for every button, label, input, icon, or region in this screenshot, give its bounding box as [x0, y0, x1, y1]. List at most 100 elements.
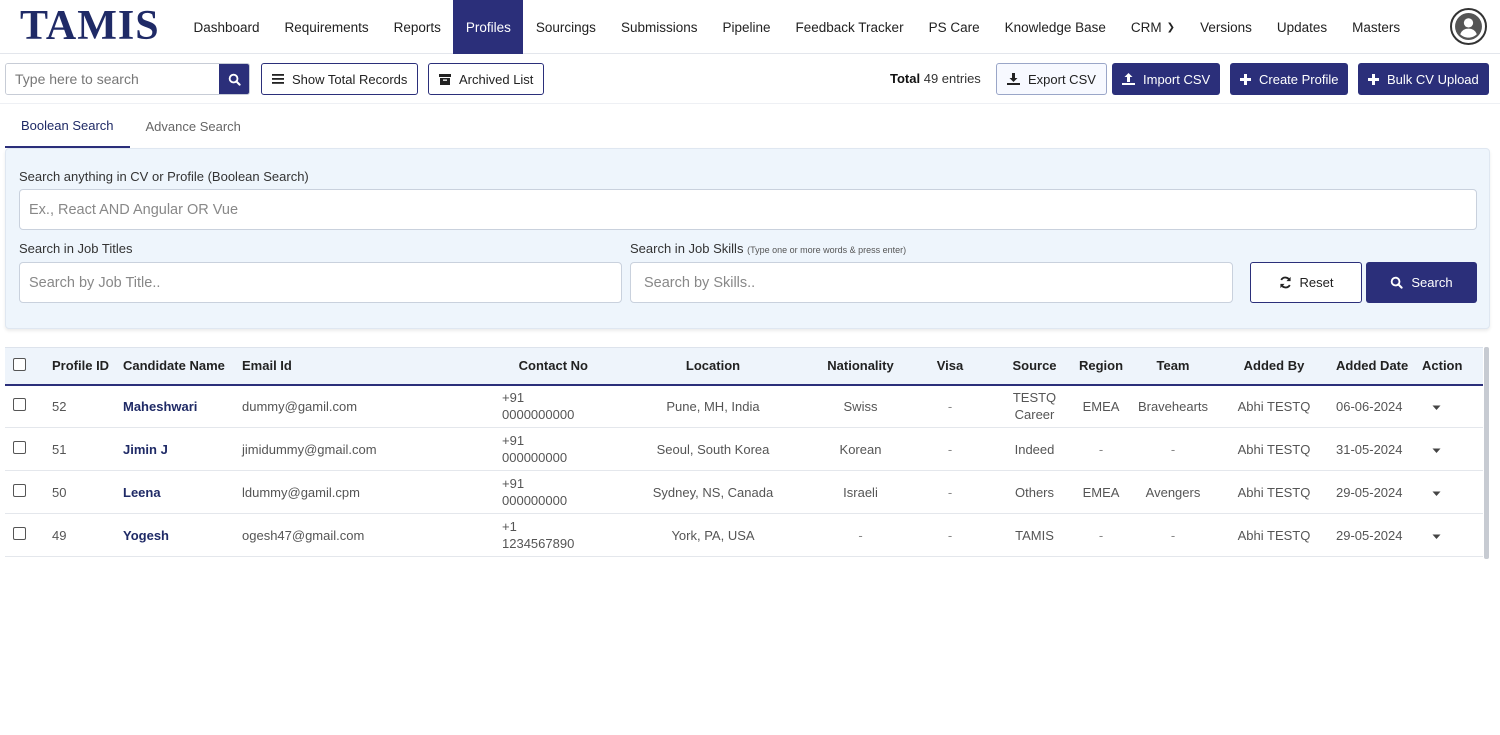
select-all-checkbox[interactable] [13, 357, 26, 371]
candidate-name-link[interactable]: Leena [123, 485, 161, 500]
tab-boolean-search[interactable]: Boolean Search [5, 104, 130, 148]
row-checkbox[interactable] [13, 483, 26, 497]
location: Seoul, South Korea [656, 441, 770, 457]
col-profile-id[interactable]: Profile ID [48, 348, 119, 385]
contact: +91 0000000000 [498, 385, 608, 428]
job-skills-input[interactable] [630, 262, 1233, 303]
tab-advance-search[interactable]: Advance Search [130, 104, 257, 148]
nav-label: Requirements [284, 19, 369, 35]
region: - [1098, 441, 1104, 457]
create-profile-button[interactable]: Create Profile [1230, 63, 1349, 95]
row-checkbox[interactable] [13, 440, 26, 454]
total-label: Total [890, 71, 921, 86]
caret-down-icon[interactable] [1432, 491, 1441, 497]
table-scrollbar[interactable] [1484, 347, 1489, 559]
contact-number: 000000000 [502, 493, 568, 508]
table-row[interactable]: 49 Yogesh ogesh47@gmail.com +1 1234567890… [5, 514, 1483, 557]
top-navbar: TAMIS Dashboard Requirements Reports Pro… [0, 0, 1500, 54]
nav-label: Sourcings [535, 19, 596, 35]
list-icon [272, 74, 284, 84]
email: jimidummy@gmail.com [242, 441, 377, 457]
email: dummy@gamil.com [242, 398, 358, 414]
caret-down-icon[interactable] [1432, 448, 1441, 454]
action-cell [1418, 514, 1483, 557]
row-checkbox[interactable] [13, 397, 26, 411]
col-location[interactable]: Location [608, 348, 818, 385]
col-candidate-name[interactable]: Candidate Name [119, 348, 238, 385]
col-visa[interactable]: Visa [903, 348, 997, 385]
contact-number: 0000000000 [502, 407, 575, 423]
added-by: Abhi TESTQ [1237, 484, 1311, 500]
col-added-date[interactable]: Added Date [1332, 348, 1418, 385]
nav-item-profiles[interactable]: Profiles [453, 0, 524, 54]
contact-number: 000000000 [502, 450, 568, 465]
col-contact[interactable]: Contact No [498, 348, 608, 385]
caret-down-icon[interactable] [1432, 534, 1441, 540]
location: Pune, MH, India [666, 398, 760, 414]
nav-label: Masters [1352, 19, 1401, 35]
select-all-checkbox-cell [5, 348, 48, 385]
profiles-toolbar: Show Total Records Archived List Total 4… [0, 54, 1500, 104]
bulk-cv-upload-button[interactable]: Bulk CV Upload [1358, 63, 1489, 95]
archived-list-button[interactable]: Archived List [428, 63, 545, 95]
caret-down-icon[interactable] [1432, 405, 1441, 411]
nav-item-sourcings[interactable]: Sourcings [523, 0, 608, 54]
nav-item-versions[interactable]: Versions [1188, 0, 1265, 54]
nav-item-updates[interactable]: Updates [1264, 0, 1339, 54]
search-button[interactable]: Search [1366, 262, 1477, 303]
email: ldummy@gamil.cpm [242, 484, 360, 500]
contact: +91 000000000 [498, 471, 608, 514]
nationality: Israeli [843, 484, 878, 500]
table-row[interactable]: 50 Leena ldummy@gamil.cpm +91 000000000 S… [5, 471, 1483, 514]
nav-item-masters[interactable]: Masters [1340, 0, 1413, 54]
nav-item-ps-care[interactable]: PS Care [916, 0, 992, 54]
user-avatar-icon[interactable] [1450, 8, 1487, 45]
nav-label: Updates [1276, 19, 1328, 35]
col-email[interactable]: Email Id [238, 348, 498, 385]
added-by: Abhi TESTQ [1237, 441, 1311, 457]
boolean-search-input[interactable] [19, 189, 1477, 230]
nav-item-dashboard[interactable]: Dashboard [181, 0, 272, 54]
nav-item-knowledge-base[interactable]: Knowledge Base [992, 0, 1118, 54]
col-added-by[interactable]: Added By [1216, 348, 1332, 385]
nav-item-crm[interactable]: CRM ❯ [1118, 0, 1187, 54]
location: Sydney, NS, Canada [652, 484, 774, 500]
button-label: Create Profile [1259, 71, 1339, 87]
col-region[interactable]: Region [1072, 348, 1130, 385]
added-date: 31-05-2024 [1336, 441, 1403, 457]
nav-item-reports[interactable]: Reports [381, 0, 453, 54]
table-row[interactable]: 51 Jimin J jimidummy@gmail.com +91 000000… [5, 428, 1483, 471]
table-row[interactable]: 52 Maheshwari dummy@gamil.com +91 0000000… [5, 385, 1483, 428]
nav-label: Knowledge Base [1004, 19, 1106, 35]
contact-code: +91 [502, 433, 525, 448]
button-label: Import CSV [1143, 71, 1211, 87]
nav-item-pipeline[interactable]: Pipeline [710, 0, 783, 54]
col-nationality[interactable]: Nationality [818, 348, 903, 385]
team: - [1170, 527, 1176, 543]
job-title-input[interactable] [19, 262, 622, 303]
nav-label: Reports [393, 19, 441, 35]
source: Indeed [1014, 441, 1055, 457]
added-by: Abhi TESTQ [1237, 527, 1311, 543]
row-checkbox-cell [5, 385, 48, 428]
quick-search-button[interactable] [219, 64, 249, 94]
nav-item-feedback-tracker[interactable]: Feedback Tracker [783, 0, 916, 54]
action-cell [1418, 385, 1483, 428]
reset-button[interactable]: Reset [1250, 262, 1362, 303]
candidate-name-link[interactable]: Maheshwari [123, 399, 197, 414]
chevron-down-icon: ❯ [1166, 21, 1176, 33]
export-csv-button[interactable]: Export CSV [996, 63, 1107, 95]
nationality: Swiss [843, 398, 878, 414]
nav-item-requirements[interactable]: Requirements [272, 0, 381, 54]
added-by: Abhi TESTQ [1237, 398, 1311, 414]
nav-item-submissions[interactable]: Submissions [608, 0, 710, 54]
quick-search-input[interactable] [6, 64, 219, 94]
col-team[interactable]: Team [1130, 348, 1216, 385]
app-logo[interactable]: TAMIS [20, 2, 160, 50]
import-csv-button[interactable]: Import CSV [1112, 63, 1221, 95]
col-source[interactable]: Source [997, 348, 1072, 385]
show-total-records-button[interactable]: Show Total Records [261, 63, 419, 95]
candidate-name-link[interactable]: Jimin J [123, 442, 168, 457]
row-checkbox[interactable] [13, 526, 26, 540]
candidate-name-link[interactable]: Yogesh [123, 528, 169, 543]
